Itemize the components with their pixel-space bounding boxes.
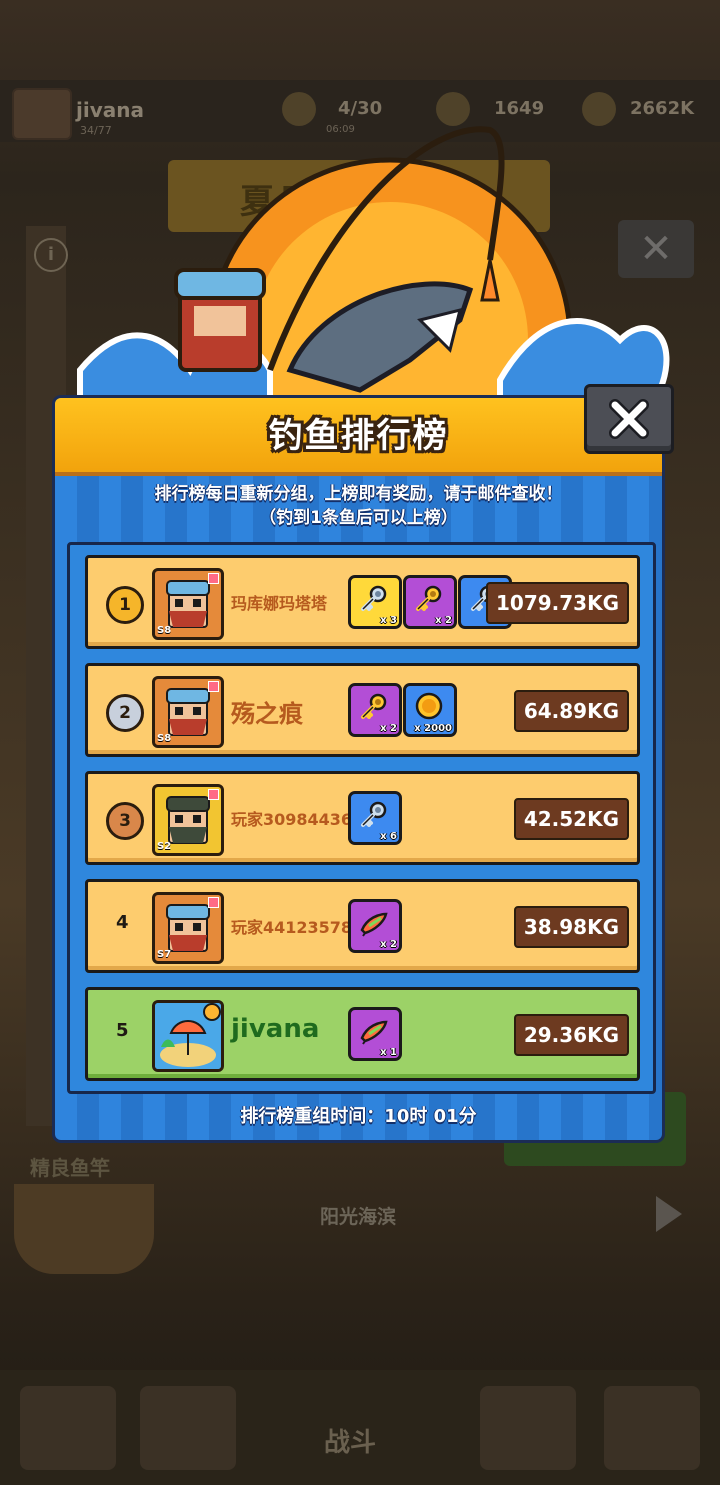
reward-count: x 1: [380, 1047, 397, 1058]
reward-item[interactable]: x 6: [348, 791, 402, 845]
catch-weight: 1079.73KG: [485, 582, 629, 624]
catch-weight: 29.36KG: [513, 1014, 629, 1056]
season-badge: S8: [157, 733, 172, 744]
frame-corner-icon: [208, 897, 219, 908]
player-name: 殇之痕: [231, 700, 303, 728]
reward-count: x 2000: [414, 723, 452, 734]
leaderboard-header-art: [77, 126, 670, 430]
season-badge: S8: [157, 625, 172, 636]
next-arrow-icon[interactable]: [656, 1196, 682, 1232]
catch-weight: 38.98KG: [513, 906, 629, 948]
reward-item[interactable]: x 3: [348, 575, 402, 629]
catch-weight: 64.89KG: [513, 690, 629, 732]
player-name: 玩家30984436: [231, 810, 353, 829]
frame-corner-icon: [208, 789, 219, 800]
nav-fight-label[interactable]: 战斗: [324, 1422, 376, 1459]
page-title: 钓鱼排行榜: [268, 416, 449, 456]
reward-count: x 2: [435, 615, 452, 626]
frame-corner-icon: [208, 573, 219, 584]
reward-item[interactable]: x 1: [348, 1007, 402, 1061]
leaderboard-row[interactable]: 2 S8 殇之痕 x 2 x 2000 64.89KG: [85, 663, 640, 757]
player-avatar[interactable]: S8: [152, 568, 224, 640]
panel-header: 钓鱼排行榜: [55, 398, 662, 476]
season-badge: S2: [157, 841, 172, 852]
rank-number: 4: [116, 912, 129, 933]
leaderboard-row[interactable]: 1S8玛库娜玛塔塔x 3x 2x 61079.73KG: [85, 555, 640, 649]
leaderboard-list: 1 S8 玛库娜玛塔塔 x 3 x 2 x 6 1079.73KG 2 S8 殇之痕 x 2 x 20…: [67, 542, 656, 1094]
sun-badge-icon: [203, 1003, 221, 1021]
player-avatar[interactable]: S8: [152, 676, 224, 748]
location-label: 阳光海滨: [320, 1206, 397, 1228]
reward-item[interactable]: x 2: [348, 683, 402, 737]
reward-count: x 2: [380, 723, 397, 734]
leaderboard-row[interactable]: 3 S2 玩家30984436 x 6 42.52KG: [85, 771, 640, 865]
player-avatar[interactable]: [152, 1000, 224, 1072]
nav-tab-5[interactable]: [604, 1386, 700, 1470]
player-avatar[interactable]: S7: [152, 892, 224, 964]
leaderboard-row-self[interactable]: 5 jivana x 1 29.36KG: [85, 987, 640, 1081]
rank-medal-icon: 2: [106, 694, 144, 732]
close-icon: [609, 399, 649, 439]
rod-label: 精良鱼竿: [30, 1156, 110, 1180]
nav-tab-4[interactable]: [480, 1386, 576, 1470]
reward-count: x 2: [380, 939, 397, 950]
bucket-icon: [14, 1184, 154, 1274]
reward-item[interactable]: x 2: [348, 899, 402, 953]
player-name: jivana: [231, 1014, 320, 1044]
nav-tab-2[interactable]: [140, 1386, 236, 1470]
rank-medal-icon: 1: [106, 586, 144, 624]
player-name: 玩家44123578: [231, 918, 353, 937]
season-badge: S7: [157, 949, 172, 960]
notice-line-1: 排行榜每日重新分组，上榜即有奖励，请于邮件查收！: [154, 484, 563, 504]
nav-tab-1[interactable]: [20, 1386, 116, 1470]
rank-number: 5: [116, 1020, 129, 1041]
catch-weight: 42.52KG: [513, 798, 629, 840]
reward-count: x 6: [380, 831, 397, 842]
reset-time-note: 排行榜重组时间：10时 01分: [240, 1106, 477, 1127]
leaderboard-row[interactable]: 4 S7 玩家44123578 x 2 38.98KG: [85, 879, 640, 973]
player-name: 玛库娜玛塔塔: [231, 594, 328, 613]
reward-item[interactable]: x 2: [403, 575, 457, 629]
frame-corner-icon: [208, 681, 219, 692]
reward-count: x 3: [380, 615, 397, 626]
rank-medal-icon: 3: [106, 802, 144, 840]
player-avatar[interactable]: S2: [152, 784, 224, 856]
close-button[interactable]: [584, 384, 674, 454]
reward-item[interactable]: x 2000: [403, 683, 457, 737]
leaderboard-notice: 排行榜每日重新分组，上榜即有奖励，请于邮件查收！ （钓到1条鱼后可以上榜）: [55, 482, 662, 530]
leaderboard-panel: 钓鱼排行榜 排行榜每日重新分组，上榜即有奖励，请于邮件查收！ （钓到1条鱼后可以…: [55, 398, 662, 1140]
notice-line-2: （钓到1条鱼后可以上榜）: [259, 508, 458, 528]
